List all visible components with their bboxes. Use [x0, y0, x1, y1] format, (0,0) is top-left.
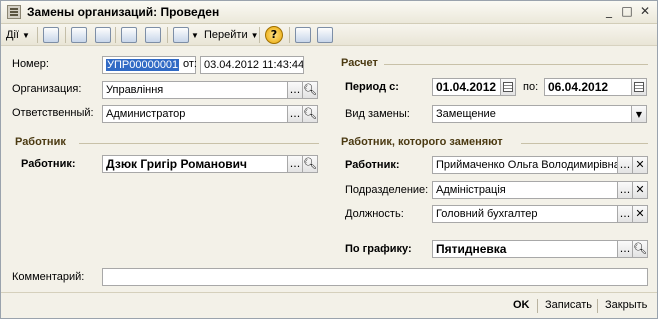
- calc-section-title: Расчет: [341, 57, 378, 69]
- close-window-button[interactable]: ✕: [637, 5, 653, 19]
- refresh-icon[interactable]: [71, 27, 87, 43]
- ok-button[interactable]: OK: [513, 299, 530, 311]
- clear-icon[interactable]: ✕: [633, 156, 648, 174]
- close-button[interactable]: Закрыть: [605, 299, 647, 311]
- footer-bar: OK Записать Закрыть: [1, 292, 657, 318]
- number-label: Номер:: [12, 58, 49, 70]
- create-based-on-dropdown[interactable]: ▼: [191, 26, 199, 44]
- responsible-field[interactable]: Администратор: [102, 105, 288, 123]
- replacement-kind-select[interactable]: Замещение: [432, 105, 632, 123]
- maximize-button[interactable]: □: [619, 5, 635, 19]
- schedule-field[interactable]: Пятидневка: [432, 240, 618, 258]
- post-document-icon[interactable]: [121, 27, 137, 43]
- help-icon-glyph: ?: [270, 28, 278, 41]
- period-from-label: Период с:: [345, 81, 399, 93]
- department-label: Подразделение:: [345, 184, 429, 196]
- replaced-worker-field[interactable]: Приймаченко Ольга Володимирівна: [432, 156, 618, 174]
- worker-select-button[interactable]: ...: [288, 155, 303, 173]
- responsible-open-icon[interactable]: 🔍︎: [303, 105, 318, 123]
- schedule-label: По графику:: [345, 243, 412, 255]
- worker-label: Работник:: [21, 158, 76, 170]
- select-document-icon[interactable]: [43, 27, 59, 43]
- document-icon: [7, 5, 21, 19]
- date-field[interactable]: 03.04.2012 11:43:44: [200, 56, 304, 74]
- replaced-worker-select-button[interactable]: ...: [618, 156, 633, 174]
- save-button[interactable]: Записать: [545, 299, 592, 311]
- create-based-on-icon[interactable]: [173, 27, 189, 43]
- actions-menu[interactable]: Дії ▼: [6, 26, 30, 44]
- clear-icon[interactable]: ✕: [633, 205, 648, 223]
- calendar-glyph: [503, 82, 513, 92]
- position-label: Должность:: [345, 208, 404, 220]
- period-to-field[interactable]: 06.04.2012: [544, 78, 632, 96]
- organization-select-button[interactable]: ...: [288, 81, 303, 99]
- chevron-down-icon: ▼: [250, 31, 259, 40]
- unpost-document-icon[interactable]: [145, 27, 161, 43]
- worker-field[interactable]: Дзюк Григір Романович: [102, 155, 288, 173]
- replacement-kind-label: Вид замены:: [345, 108, 410, 120]
- structure-icon[interactable]: [295, 27, 311, 43]
- organization-label: Организация:: [12, 83, 82, 95]
- position-select-button[interactable]: ...: [618, 205, 633, 223]
- window-title: Замены организаций: Проведен: [27, 5, 220, 19]
- responsible-label: Ответственный:: [12, 107, 94, 119]
- clear-icon[interactable]: ✕: [633, 181, 648, 199]
- calendar-icon[interactable]: [632, 78, 647, 96]
- chevron-down-icon: ▼: [191, 31, 199, 40]
- period-to-label: по:: [523, 81, 539, 93]
- department-field[interactable]: Адміністрація: [432, 181, 618, 199]
- title-bar: Замены организаций: Проведен _ □ ✕: [1, 1, 657, 24]
- goto-menu[interactable]: Перейти ▼: [204, 26, 259, 44]
- department-select-button[interactable]: ...: [618, 181, 633, 199]
- toolbar: Дії ▼ ▼ Перейти ▼ ?: [1, 24, 657, 46]
- goto-menu-label: Перейти: [204, 29, 248, 41]
- comment-field[interactable]: [102, 268, 648, 286]
- number-value: УПР00000001: [106, 59, 180, 71]
- help-icon[interactable]: ?: [265, 26, 283, 44]
- schedule-select-button[interactable]: ...: [618, 240, 633, 258]
- position-field[interactable]: Головний бухгалтер: [432, 205, 618, 223]
- worker-section-title: Работник: [15, 136, 66, 148]
- replaced-section-title: Работник, которого заменяют: [341, 136, 503, 148]
- schedule-open-icon[interactable]: 🔍︎: [633, 240, 648, 258]
- chevron-down-icon: ▼: [22, 31, 30, 40]
- comment-label: Комментарий:: [12, 271, 85, 283]
- organization-field[interactable]: Управління: [102, 81, 288, 99]
- minimize-button[interactable]: _: [601, 5, 617, 19]
- responsible-select-button[interactable]: ...: [288, 105, 303, 123]
- chevron-down-icon[interactable]: ▼: [632, 105, 647, 123]
- worker-open-icon[interactable]: 🔍︎: [303, 155, 318, 173]
- replaced-worker-label: Работник:: [345, 159, 400, 171]
- movements-icon[interactable]: [317, 27, 333, 43]
- calendar-icon[interactable]: [501, 78, 516, 96]
- organization-open-icon[interactable]: 🔍︎: [303, 81, 318, 99]
- date-from-label: от:: [183, 58, 197, 70]
- calendar-glyph: [634, 82, 644, 92]
- copy-icon[interactable]: [95, 27, 111, 43]
- period-from-field[interactable]: 01.04.2012: [432, 78, 501, 96]
- number-field[interactable]: УПР00000001: [102, 56, 196, 74]
- actions-menu-label: Дії: [6, 29, 19, 41]
- document-window: Замены организаций: Проведен _ □ ✕ Дії ▼…: [0, 0, 658, 319]
